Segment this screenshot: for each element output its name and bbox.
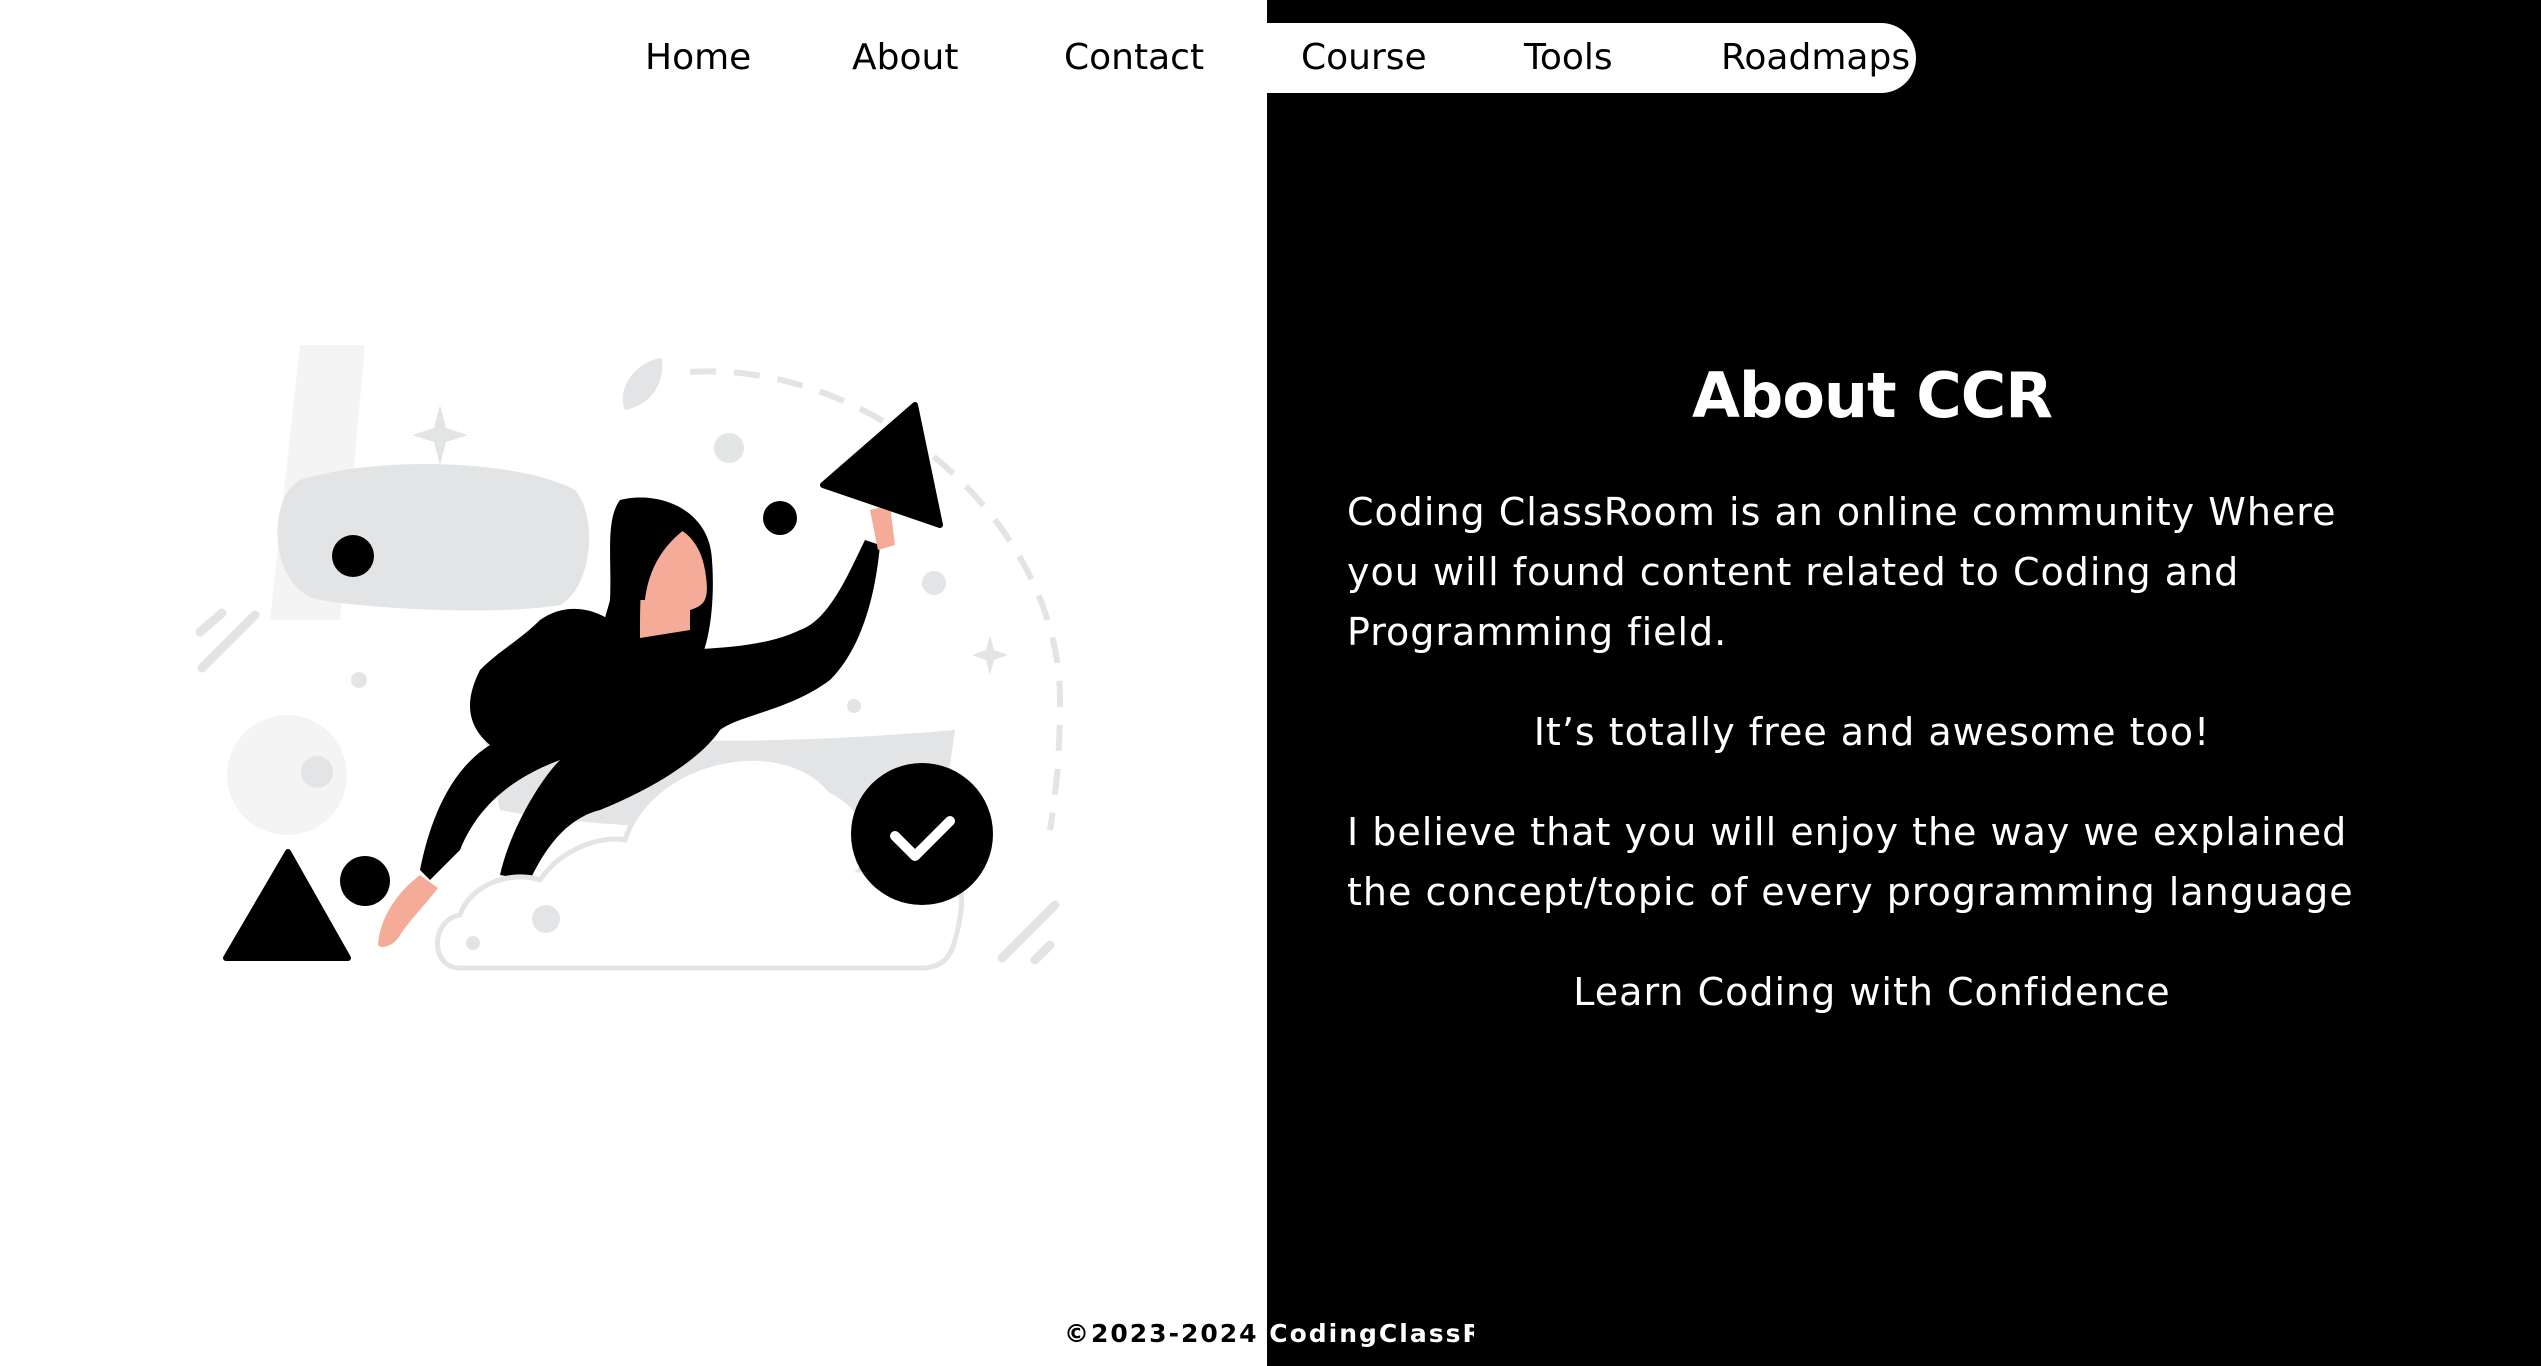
about-title: About CCR — [1691, 359, 2053, 432]
nav-link-course[interactable]: Course — [1301, 23, 1427, 93]
black-dot — [340, 856, 390, 906]
nav-link-home[interactable]: Home — [645, 23, 751, 93]
person-reaching-triangle-illustration — [195, 345, 1064, 971]
nav-link-about[interactable]: About — [852, 23, 958, 93]
nav-link-contact[interactable]: Contact — [1064, 23, 1204, 93]
nav-link-roadmaps[interactable]: Roadmaps — [1721, 23, 1910, 93]
black-dot — [763, 501, 797, 535]
about-tagline: Learn Coding with Confidence — [1573, 970, 2171, 1014]
about-section: About CCR Coding ClassRoom is an online … — [1347, 350, 2397, 1062]
footer-copyright: ©2023-2024 CodingClassRoom ©2023-2024 Co… — [1064, 1318, 1474, 1350]
sparkle-icon — [972, 635, 1008, 675]
page: Home About Contact Course Tools Roadmaps — [0, 0, 2541, 1366]
background-blob-shape — [277, 463, 590, 611]
footer-text-overlay: ©2023-2024 CodingClassRoom — [1267, 1318, 1474, 1350]
about-paragraph-free: It’s totally free and awesome too! — [1533, 710, 2211, 754]
about-paragraph-belief: I believe that you will enjoy the way we… — [1347, 810, 2354, 914]
leaf-shape — [622, 358, 663, 410]
black-dot — [332, 535, 374, 577]
nav-link-tools[interactable]: Tools — [1524, 23, 1613, 93]
top-navigation: Home About Contact Course Tools Roadmaps — [598, 23, 1916, 93]
sparkle-icon — [412, 405, 468, 465]
checkmark-badge — [851, 763, 993, 905]
triangle-shape — [223, 849, 351, 961]
footer-text-light: ©2023-2024 CodingClassRoom — [1267, 1319, 1474, 1348]
about-paragraph-intro: Coding ClassRoom is an online community … — [1347, 490, 2337, 654]
